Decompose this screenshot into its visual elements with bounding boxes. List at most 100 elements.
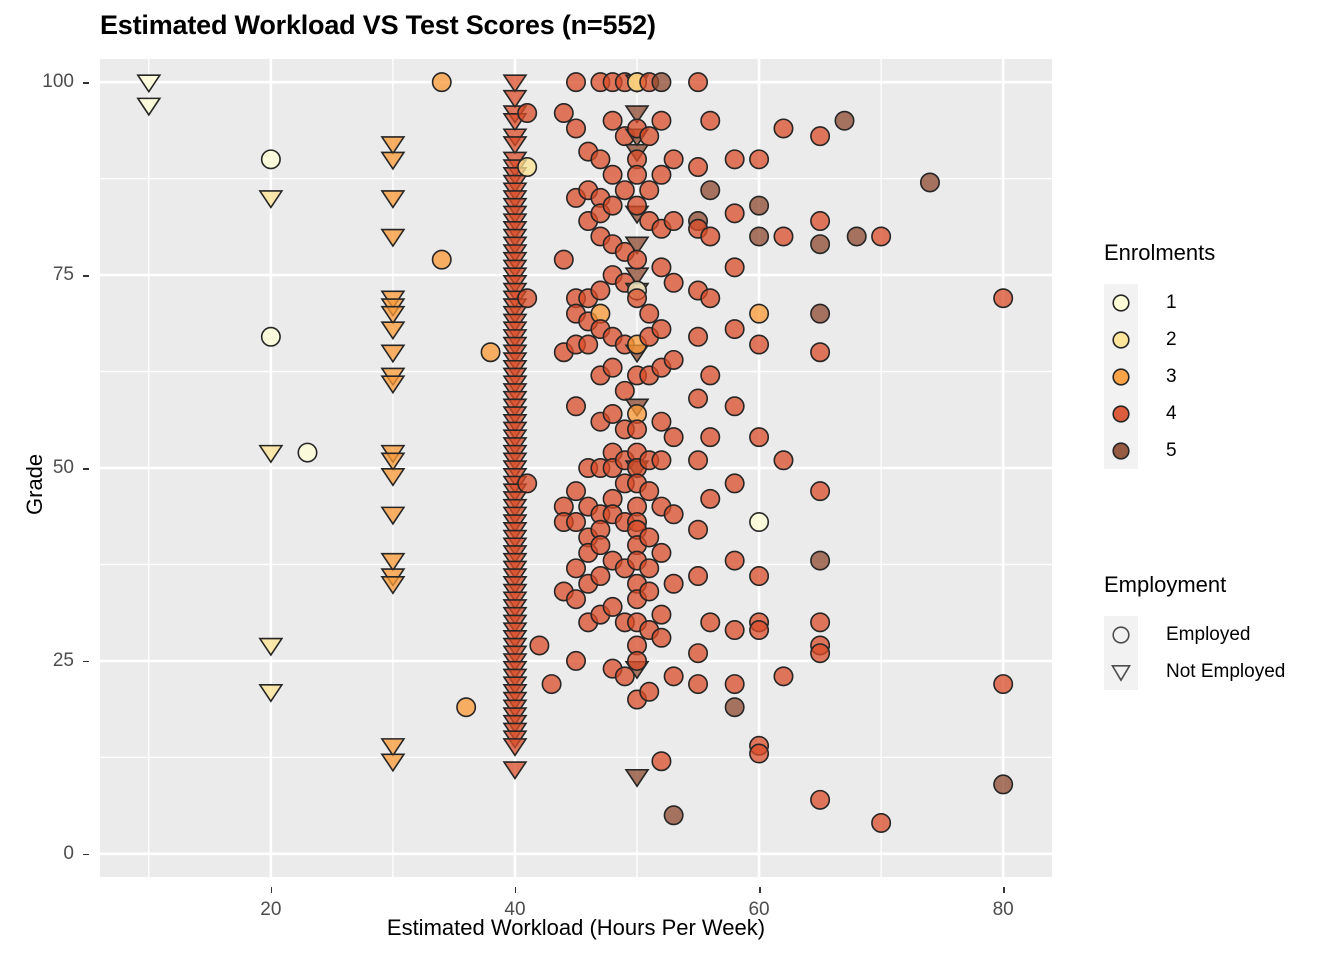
data-point [688, 566, 709, 587]
data-point [724, 149, 745, 170]
plot-panel [100, 59, 1052, 877]
data-point [136, 74, 162, 94]
data-point [688, 674, 709, 695]
data-point [590, 149, 611, 170]
legend-item-label[interactable]: Employed [1166, 624, 1251, 646]
data-point [773, 226, 794, 247]
data-point [639, 481, 660, 502]
data-point [724, 319, 745, 340]
data-point [688, 326, 709, 347]
data-point [627, 419, 648, 440]
legend-key-icon[interactable] [1108, 364, 1134, 390]
legend-item-label[interactable]: 4 [1166, 403, 1177, 425]
data-point [749, 743, 770, 764]
data-point [651, 257, 672, 278]
data-point [749, 620, 770, 641]
data-point [602, 195, 623, 216]
legend-item-label[interactable]: 5 [1166, 440, 1177, 462]
legend-key-icon[interactable] [1108, 401, 1134, 427]
legend-key-icon[interactable] [1108, 327, 1134, 353]
data-point [724, 550, 745, 571]
data-point [565, 589, 586, 610]
data-point [651, 627, 672, 648]
legend-key-icon[interactable] [1108, 438, 1134, 464]
data-point [639, 180, 660, 201]
x-tick-mark [514, 887, 517, 893]
y-axis-title-text: Grade [22, 453, 47, 515]
data-point [663, 504, 684, 525]
data-point [651, 542, 672, 563]
data-point [258, 444, 284, 464]
data-point [663, 149, 684, 170]
data-point [297, 442, 318, 463]
data-point [651, 164, 672, 185]
x-tick-mark [1003, 887, 1005, 893]
data-point [602, 596, 623, 617]
data-point [517, 103, 538, 124]
data-point [871, 812, 892, 833]
data-point [993, 288, 1014, 309]
data-point [380, 467, 406, 487]
legend-key-icon[interactable] [1108, 659, 1134, 685]
legend-item-label[interactable]: 1 [1166, 292, 1177, 314]
data-point [773, 450, 794, 471]
legend-item-label[interactable]: 2 [1166, 329, 1177, 351]
data-point [553, 103, 574, 124]
data-point [810, 481, 831, 502]
y-tick-mark [83, 468, 89, 470]
data-point [810, 643, 831, 664]
data-point [258, 637, 284, 657]
data-point [456, 697, 477, 718]
data-point [773, 666, 794, 687]
legend-area: Enrolments 1 2 3 4 5 Employment Employed Not Emp… [1080, 0, 1344, 960]
circle-icon [1112, 441, 1130, 460]
data-point [565, 481, 586, 502]
data-point [810, 234, 831, 255]
data-point [688, 157, 709, 178]
data-point [380, 190, 406, 209]
data-point [517, 473, 538, 494]
data-point [260, 149, 281, 170]
data-point [565, 512, 586, 533]
x-tick-mark [270, 887, 273, 893]
legend-key-icon[interactable] [1108, 622, 1134, 648]
y-tick-mark [83, 660, 89, 663]
data-point [627, 288, 648, 309]
data-point [258, 190, 284, 209]
legend-item-label[interactable]: Not Employed [1166, 661, 1285, 683]
data-point [871, 226, 892, 247]
data-point [380, 136, 406, 155]
data-point [651, 450, 672, 471]
data-point [431, 249, 452, 270]
data-point [724, 473, 745, 494]
data-point [517, 157, 538, 178]
legend-item-label[interactable]: 3 [1166, 366, 1177, 388]
data-point [380, 321, 406, 341]
data-point [614, 180, 635, 201]
data-point [688, 450, 709, 471]
data-point [749, 303, 770, 324]
data-point [810, 303, 831, 324]
page-title: Estimated Workload VS Test Scores (n=552… [100, 10, 656, 40]
data-point [651, 110, 672, 131]
data-point [749, 149, 770, 170]
x-tick-mark [759, 887, 761, 893]
data-point [639, 126, 660, 147]
y-tick-mark [83, 82, 89, 84]
y-axis-title: Grade [22, 0, 52, 960]
data-point [380, 753, 406, 773]
data-point [565, 558, 586, 579]
data-point [724, 396, 745, 417]
legend-key-icon[interactable] [1108, 290, 1134, 316]
data-point [724, 697, 745, 718]
y-tick-mark [83, 275, 89, 277]
data-point [380, 552, 406, 572]
data-point [700, 180, 721, 201]
data-point [700, 427, 721, 448]
circle-icon [1112, 330, 1130, 349]
data-point [700, 488, 721, 509]
data-point [773, 118, 794, 139]
data-point [136, 97, 162, 117]
data-point [602, 110, 623, 131]
data-point [688, 72, 709, 93]
